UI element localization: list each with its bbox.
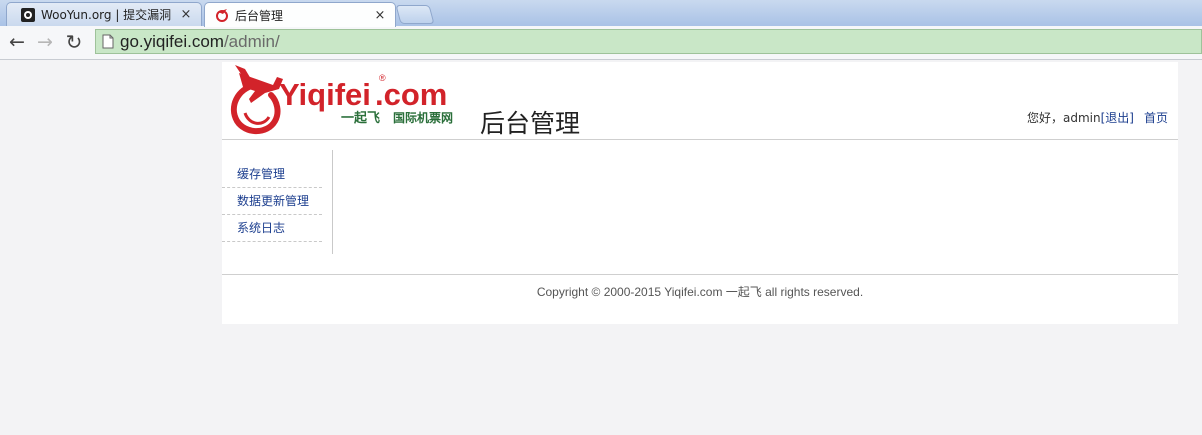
reload-icon[interactable]: ↻ [62,29,86,55]
svg-text:Yiqifei: Yiqifei [279,77,371,112]
page-footer: Copyright © 2000-2015 Yiqifei.com 一起飞 al… [222,274,1178,324]
svg-text:®: ® [379,73,386,83]
page-header: Yiqifei .com ® 一起飞 国际机票网 后台管理 您好，admin[退… [222,62,1178,140]
close-tab-icon[interactable]: × [179,7,193,22]
svg-text:一起飞: 一起飞 [341,110,380,126]
forward-icon[interactable]: → [33,29,57,55]
yiqifei-favicon-icon [215,8,229,22]
url-host: go.yiqifei.com [120,31,224,51]
tab-title: WooYun.org | 提交漏洞 [41,8,172,22]
close-tab-icon[interactable]: × [373,8,387,23]
svg-text:.com: .com [375,77,447,112]
sidebar-item-system-log[interactable]: 系统日志 [222,215,322,242]
sidebar-menu: 缓存管理 数据更新管理 系统日志 [222,150,333,254]
tab-wooyun[interactable]: WooYun.org | 提交漏洞 × [6,2,202,26]
svg-text:国际机票网: 国际机票网 [393,110,453,125]
page-icon [102,34,114,49]
back-icon[interactable]: ← [5,29,29,55]
address-bar[interactable]: go.yiqifei.com/admin/ [95,29,1202,54]
sidebar-item-cache-management[interactable]: 缓存管理 [222,161,322,188]
greeting-text: 您好，admin [1027,111,1101,125]
wooyun-favicon-icon [21,7,35,22]
yiqifei-logo[interactable]: Yiqifei .com ® 一起飞 国际机票网 [225,63,461,135]
new-tab-button[interactable] [395,5,435,24]
sidebar-item-data-update-management[interactable]: 数据更新管理 [222,188,322,215]
browser-toolbar: ← → ↻ go.yiqifei.com/admin/ [0,26,1202,60]
url-path: /admin/ [223,31,280,51]
home-link[interactable]: 首页 [1144,111,1168,125]
tab-title: 后台管理 [235,8,284,23]
browser-tab-strip: WooYun.org | 提交漏洞 × 后台管理 × [0,0,1202,27]
logout-link[interactable]: [退出] [1101,111,1134,125]
user-bar: 您好，admin[退出] 首页 [1027,109,1168,126]
page-container: Yiqifei .com ® 一起飞 国际机票网 后台管理 您好，admin[退… [222,62,1178,324]
tab-admin[interactable]: 后台管理 × [204,2,396,27]
page-title: 后台管理 [480,109,581,138]
copyright-text: Copyright © 2000-2015 Yiqifei.com 一起飞 al… [536,285,864,299]
